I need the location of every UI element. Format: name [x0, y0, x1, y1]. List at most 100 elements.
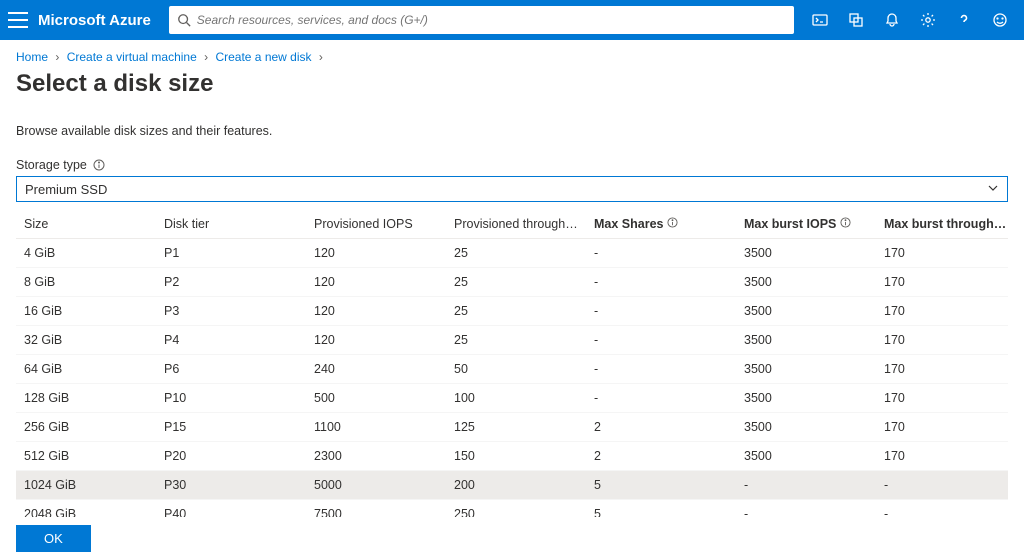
header-actions: [804, 4, 1016, 36]
cell-biops: 3500: [736, 268, 876, 297]
page-title: Select a disk size: [16, 70, 1008, 98]
cell-biops: 3500: [736, 355, 876, 384]
cell-biops: 3500: [736, 297, 876, 326]
cell-size: 64 GiB: [16, 355, 156, 384]
table-row[interactable]: 64 GiBP624050-3500170: [16, 355, 1008, 384]
table-row[interactable]: 16 GiBP312025-3500170: [16, 297, 1008, 326]
chevron-down-icon: [987, 182, 999, 197]
top-bar: Microsoft Azure: [0, 0, 1024, 40]
brand-label: Microsoft Azure: [38, 12, 151, 29]
cell-size: 4 GiB: [16, 239, 156, 268]
col-provisioned-throughput[interactable]: Provisioned throughp...: [446, 210, 586, 239]
cell-size: 32 GiB: [16, 326, 156, 355]
cell-tp: 125: [446, 413, 586, 442]
page-description: Browse available disk sizes and their fe…: [16, 124, 1008, 138]
cell-tp: 25: [446, 239, 586, 268]
table-row[interactable]: 8 GiBP212025-3500170: [16, 268, 1008, 297]
cell-shares: -: [586, 355, 736, 384]
cell-iops: 120: [306, 239, 446, 268]
info-icon: [667, 217, 678, 228]
table-row[interactable]: 32 GiBP412025-3500170: [16, 326, 1008, 355]
help-icon[interactable]: [948, 4, 980, 36]
cell-tier: P1: [156, 239, 306, 268]
table-row[interactable]: 4 GiBP112025-3500170: [16, 239, 1008, 268]
cell-shares: 5: [586, 471, 736, 500]
cell-size: 256 GiB: [16, 413, 156, 442]
notifications-icon[interactable]: [876, 4, 908, 36]
cell-btp: 170: [876, 442, 1008, 471]
info-icon[interactable]: [93, 159, 105, 171]
table-row[interactable]: 512 GiBP20230015023500170: [16, 442, 1008, 471]
cell-size: 16 GiB: [16, 297, 156, 326]
settings-icon[interactable]: [912, 4, 944, 36]
cell-tp: 25: [446, 326, 586, 355]
chevron-right-icon: ›: [319, 50, 323, 64]
cell-tier: P20: [156, 442, 306, 471]
directories-icon[interactable]: [840, 4, 872, 36]
storage-type-select[interactable]: Premium SSD: [16, 176, 1008, 202]
cell-tp: 100: [446, 384, 586, 413]
col-max-burst-throughput[interactable]: Max burst throughput: [876, 210, 1008, 239]
breadcrumb-item[interactable]: Create a new disk: [215, 50, 311, 64]
cell-btp: -: [876, 471, 1008, 500]
breadcrumb: Home › Create a virtual machine › Create…: [0, 40, 1024, 68]
table-row[interactable]: 128 GiBP10500100-3500170: [16, 384, 1008, 413]
info-icon: [840, 217, 851, 228]
cell-shares: -: [586, 268, 736, 297]
cell-iops: 120: [306, 268, 446, 297]
cell-btp: 170: [876, 413, 1008, 442]
cell-btp: 170: [876, 239, 1008, 268]
cell-tp: 50: [446, 355, 586, 384]
cell-shares: -: [586, 239, 736, 268]
col-disk-tier[interactable]: Disk tier: [156, 210, 306, 239]
footer: OK: [0, 517, 1024, 560]
cell-iops: 120: [306, 297, 446, 326]
col-size[interactable]: Size: [16, 210, 156, 239]
cloud-shell-icon[interactable]: [804, 4, 836, 36]
cell-btp: 170: [876, 268, 1008, 297]
cell-iops: 120: [306, 326, 446, 355]
menu-icon[interactable]: [8, 12, 28, 28]
cell-biops: 3500: [736, 239, 876, 268]
cell-tp: 150: [446, 442, 586, 471]
search-box[interactable]: [169, 6, 794, 34]
cell-biops: 3500: [736, 442, 876, 471]
col-max-burst-iops[interactable]: Max burst IOPS: [736, 210, 876, 239]
cell-biops: 3500: [736, 413, 876, 442]
ok-button[interactable]: OK: [16, 525, 91, 552]
cell-tp: 25: [446, 297, 586, 326]
cell-shares: 2: [586, 442, 736, 471]
feedback-icon[interactable]: [984, 4, 1016, 36]
cell-tier: P6: [156, 355, 306, 384]
table-row[interactable]: 1024 GiBP3050002005--: [16, 471, 1008, 500]
cell-iops: 5000: [306, 471, 446, 500]
cell-iops: 1100: [306, 413, 446, 442]
cell-tier: P3: [156, 297, 306, 326]
col-max-shares[interactable]: Max Shares: [586, 210, 736, 239]
table-header-row: Size Disk tier Provisioned IOPS Provisio…: [16, 210, 1008, 239]
cell-biops: 3500: [736, 326, 876, 355]
cell-tp: 200: [446, 471, 586, 500]
chevron-right-icon: ›: [204, 50, 208, 64]
cell-size: 1024 GiB: [16, 471, 156, 500]
cell-shares: -: [586, 384, 736, 413]
cell-tier: P30: [156, 471, 306, 500]
cell-biops: 3500: [736, 384, 876, 413]
cell-size: 128 GiB: [16, 384, 156, 413]
search-input[interactable]: [197, 13, 786, 27]
cell-tier: P2: [156, 268, 306, 297]
cell-btp: 170: [876, 326, 1008, 355]
cell-btp: 170: [876, 355, 1008, 384]
storage-type-label: Storage type: [16, 158, 1008, 172]
table-row[interactable]: 256 GiBP15110012523500170: [16, 413, 1008, 442]
cell-size: 8 GiB: [16, 268, 156, 297]
cell-shares: -: [586, 326, 736, 355]
disk-size-table: Size Disk tier Provisioned IOPS Provisio…: [16, 210, 1008, 520]
chevron-right-icon: ›: [55, 50, 59, 64]
col-provisioned-iops[interactable]: Provisioned IOPS: [306, 210, 446, 239]
breadcrumb-item[interactable]: Create a virtual machine: [67, 50, 197, 64]
cell-tier: P4: [156, 326, 306, 355]
cell-iops: 2300: [306, 442, 446, 471]
storage-type-value: Premium SSD: [25, 182, 107, 197]
breadcrumb-item[interactable]: Home: [16, 50, 48, 64]
